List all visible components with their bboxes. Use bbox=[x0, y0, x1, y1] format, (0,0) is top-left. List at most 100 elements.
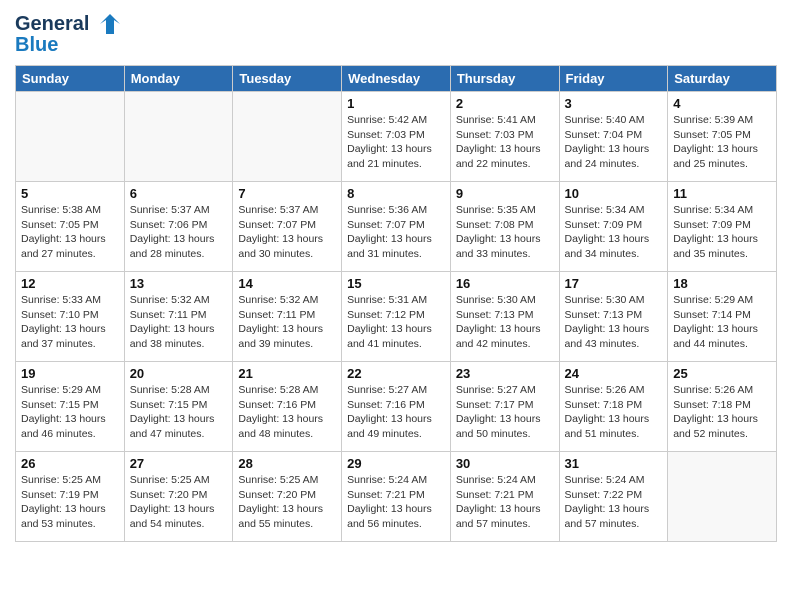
day-number: 29 bbox=[347, 456, 445, 471]
day-info: Sunrise: 5:32 AM Sunset: 7:11 PM Dayligh… bbox=[238, 293, 336, 352]
logo-bird-icon bbox=[92, 10, 120, 38]
day-info: Sunrise: 5:29 AM Sunset: 7:15 PM Dayligh… bbox=[21, 383, 119, 442]
day-number: 7 bbox=[238, 186, 336, 201]
weekday-header-tuesday: Tuesday bbox=[233, 66, 342, 92]
day-cell-5: 5 Sunrise: 5:38 AM Sunset: 7:05 PM Daylig… bbox=[16, 182, 125, 272]
day-cell-20: 20 Sunrise: 5:28 AM Sunset: 7:15 PM Dayli… bbox=[124, 362, 233, 452]
day-number: 16 bbox=[456, 276, 554, 291]
day-cell-11: 11 Sunrise: 5:34 AM Sunset: 7:09 PM Dayli… bbox=[668, 182, 777, 272]
day-cell-8: 8 Sunrise: 5:36 AM Sunset: 7:07 PM Daylig… bbox=[342, 182, 451, 272]
day-number: 23 bbox=[456, 366, 554, 381]
day-cell-21: 21 Sunrise: 5:28 AM Sunset: 7:16 PM Dayli… bbox=[233, 362, 342, 452]
day-number: 21 bbox=[238, 366, 336, 381]
day-info: Sunrise: 5:34 AM Sunset: 7:09 PM Dayligh… bbox=[673, 203, 771, 262]
day-info: Sunrise: 5:36 AM Sunset: 7:07 PM Dayligh… bbox=[347, 203, 445, 262]
week-row-1: 1Sunrise: 5:42 AM Sunset: 7:03 PM Daylig… bbox=[16, 92, 777, 182]
day-cell-3: 3Sunrise: 5:40 AM Sunset: 7:04 PM Daylig… bbox=[559, 92, 668, 182]
day-number: 2 bbox=[456, 96, 554, 111]
day-info: Sunrise: 5:24 AM Sunset: 7:21 PM Dayligh… bbox=[347, 473, 445, 532]
day-info: Sunrise: 5:29 AM Sunset: 7:14 PM Dayligh… bbox=[673, 293, 771, 352]
week-row-5: 26 Sunrise: 5:25 AM Sunset: 7:19 PM Dayli… bbox=[16, 452, 777, 542]
day-info: Sunrise: 5:33 AM Sunset: 7:10 PM Dayligh… bbox=[21, 293, 119, 352]
day-number: 30 bbox=[456, 456, 554, 471]
day-number: 1 bbox=[347, 96, 445, 111]
day-number: 5 bbox=[21, 186, 119, 201]
day-info: Sunrise: 5:25 AM Sunset: 7:20 PM Dayligh… bbox=[130, 473, 228, 532]
day-cell-24: 24 Sunrise: 5:26 AM Sunset: 7:18 PM Dayli… bbox=[559, 362, 668, 452]
day-number: 17 bbox=[565, 276, 663, 291]
day-cell-13: 13Sunrise: 5:32 AM Sunset: 7:11 PM Dayli… bbox=[124, 272, 233, 362]
day-cell-23: 23Sunrise: 5:27 AM Sunset: 7:17 PM Dayli… bbox=[450, 362, 559, 452]
day-cell-1: 1Sunrise: 5:42 AM Sunset: 7:03 PM Daylig… bbox=[342, 92, 451, 182]
day-number: 8 bbox=[347, 186, 445, 201]
day-number: 15 bbox=[347, 276, 445, 291]
day-info: Sunrise: 5:30 AM Sunset: 7:13 PM Dayligh… bbox=[565, 293, 663, 352]
day-number: 14 bbox=[238, 276, 336, 291]
day-number: 31 bbox=[565, 456, 663, 471]
day-cell-14: 14 Sunrise: 5:32 AM Sunset: 7:11 PM Dayli… bbox=[233, 272, 342, 362]
day-number: 12 bbox=[21, 276, 119, 291]
day-cell-17: 17 Sunrise: 5:30 AM Sunset: 7:13 PM Dayli… bbox=[559, 272, 668, 362]
weekday-header-saturday: Saturday bbox=[668, 66, 777, 92]
empty-cell bbox=[233, 92, 342, 182]
day-cell-16: 16 Sunrise: 5:30 AM Sunset: 7:13 PM Dayli… bbox=[450, 272, 559, 362]
day-cell-29: 29 Sunrise: 5:24 AM Sunset: 7:21 PM Dayli… bbox=[342, 452, 451, 542]
day-info: Sunrise: 5:24 AM Sunset: 7:22 PM Dayligh… bbox=[565, 473, 663, 532]
week-row-2: 5 Sunrise: 5:38 AM Sunset: 7:05 PM Daylig… bbox=[16, 182, 777, 272]
day-info: Sunrise: 5:27 AM Sunset: 7:16 PM Dayligh… bbox=[347, 383, 445, 442]
day-info: Sunrise: 5:28 AM Sunset: 7:16 PM Dayligh… bbox=[238, 383, 336, 442]
day-cell-22: 22 Sunrise: 5:27 AM Sunset: 7:16 PM Dayli… bbox=[342, 362, 451, 452]
day-info: Sunrise: 5:25 AM Sunset: 7:20 PM Dayligh… bbox=[238, 473, 336, 532]
weekday-header-friday: Friday bbox=[559, 66, 668, 92]
day-number: 13 bbox=[130, 276, 228, 291]
day-info: Sunrise: 5:37 AM Sunset: 7:06 PM Dayligh… bbox=[130, 203, 228, 262]
day-number: 4 bbox=[673, 96, 771, 111]
day-number: 19 bbox=[21, 366, 119, 381]
day-cell-27: 27 Sunrise: 5:25 AM Sunset: 7:20 PM Dayli… bbox=[124, 452, 233, 542]
day-info: Sunrise: 5:24 AM Sunset: 7:21 PM Dayligh… bbox=[456, 473, 554, 532]
logo: General Blue bbox=[15, 10, 120, 57]
day-number: 27 bbox=[130, 456, 228, 471]
day-number: 28 bbox=[238, 456, 336, 471]
day-number: 22 bbox=[347, 366, 445, 381]
day-info: Sunrise: 5:40 AM Sunset: 7:04 PM Dayligh… bbox=[565, 113, 663, 172]
empty-cell bbox=[16, 92, 125, 182]
day-cell-30: 30 Sunrise: 5:24 AM Sunset: 7:21 PM Dayli… bbox=[450, 452, 559, 542]
day-number: 18 bbox=[673, 276, 771, 291]
day-info: Sunrise: 5:34 AM Sunset: 7:09 PM Dayligh… bbox=[565, 203, 663, 262]
weekday-header-wednesday: Wednesday bbox=[342, 66, 451, 92]
logo-general: General bbox=[15, 13, 89, 36]
empty-cell bbox=[668, 452, 777, 542]
day-number: 10 bbox=[565, 186, 663, 201]
day-number: 6 bbox=[130, 186, 228, 201]
day-info: Sunrise: 5:25 AM Sunset: 7:19 PM Dayligh… bbox=[21, 473, 119, 532]
day-cell-10: 10 Sunrise: 5:34 AM Sunset: 7:09 PM Dayli… bbox=[559, 182, 668, 272]
day-cell-25: 25Sunrise: 5:26 AM Sunset: 7:18 PM Dayli… bbox=[668, 362, 777, 452]
day-cell-18: 18 Sunrise: 5:29 AM Sunset: 7:14 PM Dayli… bbox=[668, 272, 777, 362]
day-info: Sunrise: 5:38 AM Sunset: 7:05 PM Dayligh… bbox=[21, 203, 119, 262]
day-info: Sunrise: 5:26 AM Sunset: 7:18 PM Dayligh… bbox=[565, 383, 663, 442]
day-info: Sunrise: 5:26 AM Sunset: 7:18 PM Dayligh… bbox=[673, 383, 771, 442]
day-info: Sunrise: 5:35 AM Sunset: 7:08 PM Dayligh… bbox=[456, 203, 554, 262]
day-number: 11 bbox=[673, 186, 771, 201]
day-info: Sunrise: 5:37 AM Sunset: 7:07 PM Dayligh… bbox=[238, 203, 336, 262]
day-number: 24 bbox=[565, 366, 663, 381]
day-cell-28: 28 Sunrise: 5:25 AM Sunset: 7:20 PM Dayli… bbox=[233, 452, 342, 542]
day-cell-26: 26 Sunrise: 5:25 AM Sunset: 7:19 PM Dayli… bbox=[16, 452, 125, 542]
day-cell-9: 9Sunrise: 5:35 AM Sunset: 7:08 PM Daylig… bbox=[450, 182, 559, 272]
header: General Blue bbox=[15, 10, 777, 57]
day-cell-19: 19 Sunrise: 5:29 AM Sunset: 7:15 PM Dayli… bbox=[16, 362, 125, 452]
day-number: 20 bbox=[130, 366, 228, 381]
day-cell-2: 2Sunrise: 5:41 AM Sunset: 7:03 PM Daylig… bbox=[450, 92, 559, 182]
calendar: SundayMondayTuesdayWednesdayThursdayFrid… bbox=[15, 65, 777, 542]
week-row-3: 12 Sunrise: 5:33 AM Sunset: 7:10 PM Dayli… bbox=[16, 272, 777, 362]
day-cell-15: 15Sunrise: 5:31 AM Sunset: 7:12 PM Dayli… bbox=[342, 272, 451, 362]
day-number: 26 bbox=[21, 456, 119, 471]
day-info: Sunrise: 5:30 AM Sunset: 7:13 PM Dayligh… bbox=[456, 293, 554, 352]
day-cell-4: 4 Sunrise: 5:39 AM Sunset: 7:05 PM Daylig… bbox=[668, 92, 777, 182]
day-cell-12: 12 Sunrise: 5:33 AM Sunset: 7:10 PM Dayli… bbox=[16, 272, 125, 362]
weekday-header-row: SundayMondayTuesdayWednesdayThursdayFrid… bbox=[16, 66, 777, 92]
day-info: Sunrise: 5:39 AM Sunset: 7:05 PM Dayligh… bbox=[673, 113, 771, 172]
day-info: Sunrise: 5:28 AM Sunset: 7:15 PM Dayligh… bbox=[130, 383, 228, 442]
weekday-header-sunday: Sunday bbox=[16, 66, 125, 92]
